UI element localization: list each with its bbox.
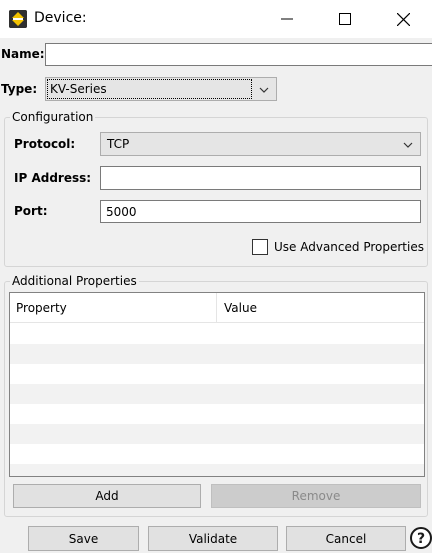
protocol-selected-value: TCP — [107, 137, 130, 151]
remove-button[interactable]: Remove — [211, 484, 421, 508]
table-row[interactable] — [10, 404, 424, 424]
title-bar: Device: — [0, 0, 432, 38]
use-advanced-properties-label: Use Advanced Properties — [274, 240, 424, 254]
table-row[interactable] — [10, 424, 424, 444]
type-label: Type: — [1, 82, 38, 96]
type-selected-value: KV-Series — [47, 79, 252, 99]
column-header-property[interactable]: Property — [10, 293, 67, 323]
maximize-icon — [339, 13, 351, 25]
minimize-icon — [281, 18, 293, 20]
table-row[interactable] — [10, 384, 424, 404]
help-button[interactable]: ? — [409, 526, 432, 550]
chevron-down-icon — [259, 87, 269, 93]
port-label: Port: — [14, 204, 48, 218]
maximize-button[interactable] — [322, 0, 368, 38]
table-row[interactable] — [10, 464, 424, 476]
svg-text:?: ? — [417, 531, 425, 547]
close-button[interactable] — [380, 0, 426, 38]
table-header: Property Value — [10, 293, 424, 323]
protocol-label: Protocol: — [14, 137, 76, 151]
validate-button[interactable]: Validate — [148, 526, 278, 551]
app-logo-icon — [9, 10, 27, 28]
help-icon: ? — [410, 527, 432, 549]
save-button[interactable]: Save — [28, 526, 139, 551]
column-header-value[interactable]: Value — [218, 293, 257, 323]
port-input[interactable] — [100, 200, 421, 223]
table-row[interactable] — [10, 364, 424, 384]
type-select[interactable]: KV-Series — [45, 77, 277, 101]
cancel-button[interactable]: Cancel — [286, 526, 406, 551]
chevron-down-icon — [403, 142, 413, 148]
use-advanced-properties-checkbox[interactable] — [252, 239, 268, 255]
name-input[interactable] — [45, 43, 432, 66]
additional-properties-legend: Additional Properties — [12, 274, 137, 288]
window-title: Device: — [34, 10, 87, 26]
table-row[interactable] — [10, 444, 424, 464]
protocol-select[interactable]: TCP — [100, 132, 421, 156]
configuration-legend: Configuration — [12, 110, 94, 124]
ip-address-label: IP Address: — [14, 171, 92, 185]
table-row[interactable] — [10, 324, 424, 344]
close-icon — [396, 12, 410, 26]
table-row[interactable] — [10, 344, 424, 364]
minimize-button[interactable] — [264, 0, 310, 38]
properties-table[interactable]: Property Value — [9, 292, 425, 477]
ip-address-input[interactable] — [100, 166, 421, 190]
name-label: Name: — [1, 47, 45, 61]
add-button[interactable]: Add — [13, 484, 201, 508]
column-divider[interactable] — [216, 293, 217, 323]
